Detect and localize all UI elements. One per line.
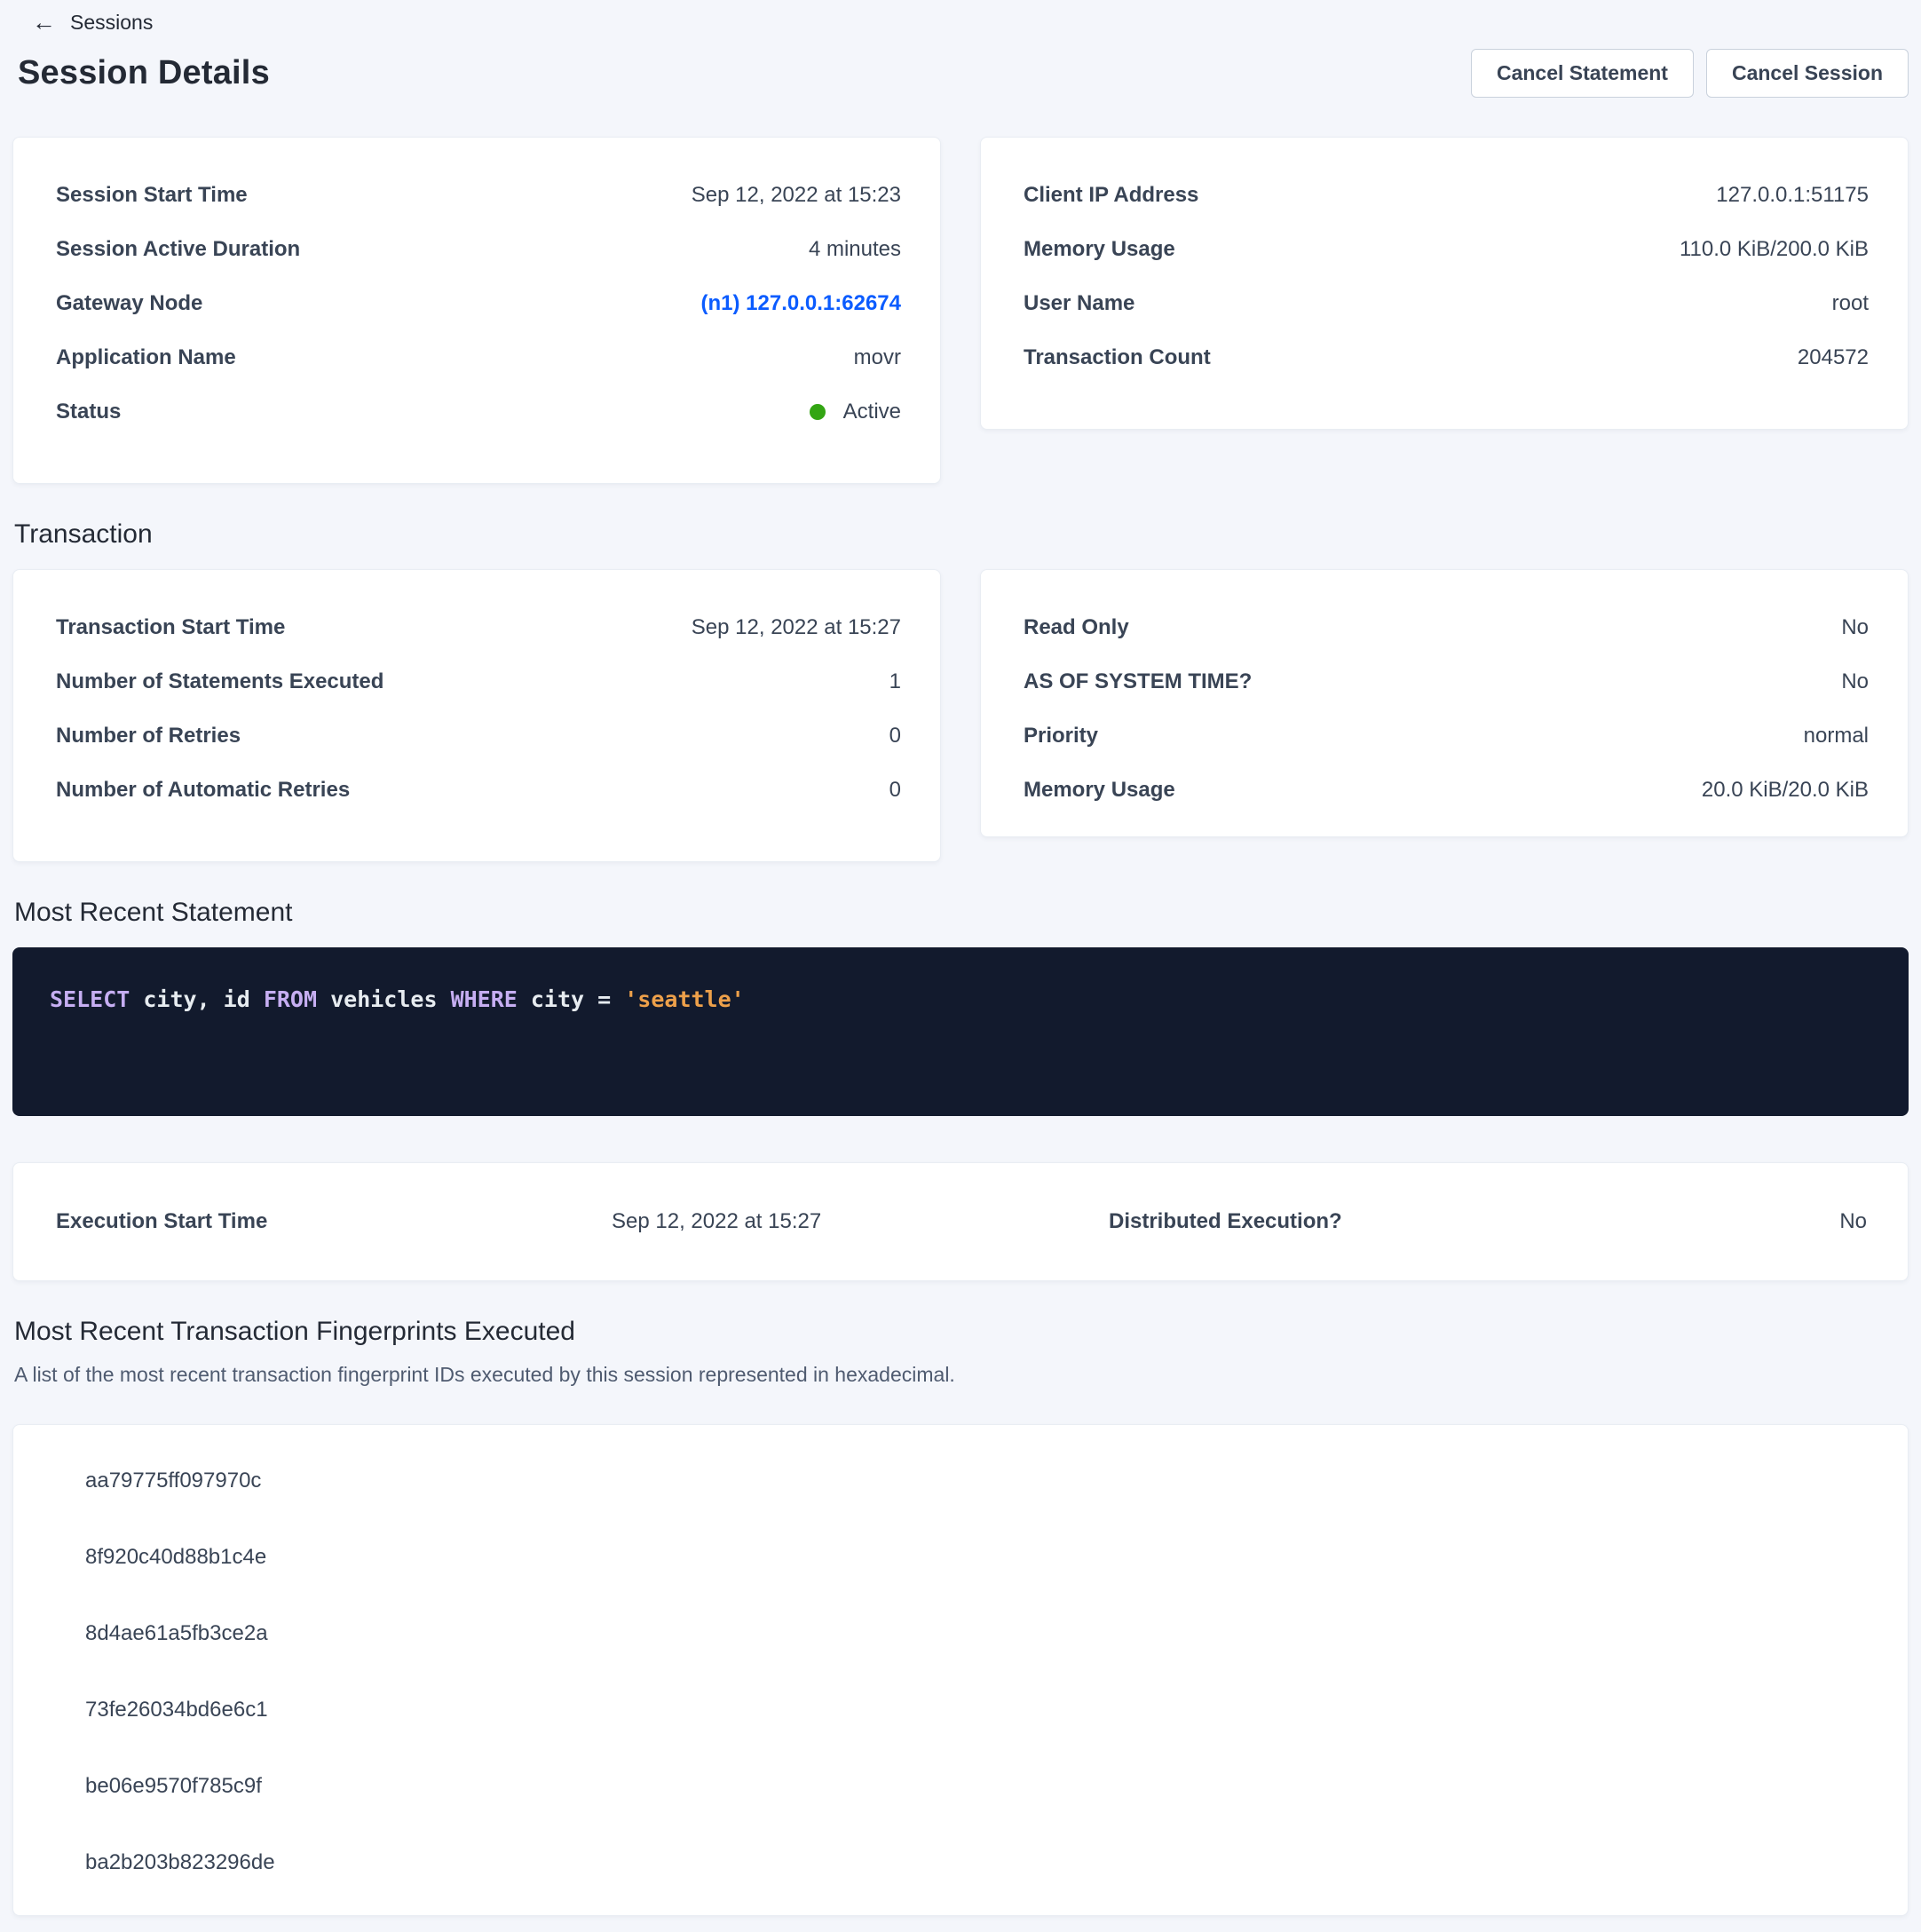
execution-info-card: Execution Start Time Sep 12, 2022 at 15:… — [12, 1162, 1909, 1281]
fingerprint-item: be06e9570f785c9f — [13, 1748, 1908, 1825]
user-name-label: User Name — [1024, 291, 1134, 316]
transaction-start-time-value: Sep 12, 2022 at 15:27 — [692, 615, 901, 640]
application-name-row: Application Name movr — [56, 330, 901, 384]
fingerprint-item: 73fe26034bd6e6c1 — [13, 1672, 1908, 1748]
read-only-label: Read Only — [1024, 615, 1129, 640]
fingerprint-value: 8d4ae61a5fb3ce2a — [85, 1621, 268, 1646]
fingerprints-section-title: Most Recent Transaction Fingerprints Exe… — [14, 1317, 1909, 1347]
execution-start-time-label: Execution Start Time — [56, 1209, 612, 1234]
automatic-retries-label: Number of Automatic Retries — [56, 778, 350, 803]
read-only-value: No — [1841, 615, 1869, 640]
sql-token-keyword: WHERE — [451, 986, 518, 1012]
transaction-count-label: Transaction Count — [1024, 345, 1211, 370]
statements-executed-label: Number of Statements Executed — [56, 669, 383, 694]
automatic-retries-row: Number of Automatic Retries 0 — [56, 763, 901, 817]
fingerprint-item: 8d4ae61a5fb3ce2a — [13, 1595, 1908, 1672]
user-name-row: User Name root — [1024, 276, 1869, 330]
sql-token-keyword: FROM — [264, 986, 317, 1012]
session-summary-grid: Session Start Time Sep 12, 2022 at 15:23… — [12, 137, 1909, 484]
sql-token-string: 'seattle' — [624, 986, 744, 1012]
session-info-card: Session Start Time Sep 12, 2022 at 15:23… — [12, 137, 941, 484]
statements-executed-value: 1 — [889, 669, 901, 694]
sql-token-plain: city = — [518, 986, 624, 1012]
session-active-duration-row: Session Active Duration 4 minutes — [56, 222, 901, 276]
priority-label: Priority — [1024, 724, 1098, 748]
transaction-grid: Transaction Start Time Sep 12, 2022 at 1… — [12, 569, 1909, 862]
header-actions: Cancel Statement Cancel Session — [1471, 49, 1909, 98]
session-memory-usage-row: Memory Usage 110.0 KiB/200.0 KiB — [1024, 222, 1869, 276]
transaction-memory-usage-row: Memory Usage 20.0 KiB/20.0 KiB — [1024, 763, 1869, 817]
sql-token-plain: city, id — [130, 986, 264, 1012]
as-of-system-time-label: AS OF SYSTEM TIME? — [1024, 669, 1252, 694]
automatic-retries-value: 0 — [889, 778, 901, 803]
sql-statement-block: SELECT city, id FROM vehicles WHERE city… — [12, 947, 1909, 1116]
application-name-value: movr — [854, 345, 901, 370]
as-of-system-time-value: No — [1841, 669, 1869, 694]
cancel-session-button[interactable]: Cancel Session — [1706, 49, 1909, 98]
back-arrow-icon: ← — [32, 11, 56, 35]
session-memory-usage-label: Memory Usage — [1024, 237, 1175, 262]
breadcrumb[interactable]: ← Sessions — [32, 11, 153, 35]
gateway-node-label: Gateway Node — [56, 291, 202, 316]
status-value: Active — [810, 400, 901, 424]
transaction-count-row: Transaction Count 204572 — [1024, 330, 1869, 384]
client-ip-value: 127.0.0.1:51175 — [1716, 183, 1869, 208]
fingerprint-value: ba2b203b823296de — [85, 1850, 275, 1875]
execution-start-time-value: Sep 12, 2022 at 15:27 — [612, 1209, 1109, 1234]
transaction-start-time-label: Transaction Start Time — [56, 615, 285, 640]
session-start-time-label: Session Start Time — [56, 183, 248, 208]
as-of-system-time-row: AS OF SYSTEM TIME? No — [1024, 654, 1869, 709]
status-active-dot-icon — [810, 404, 826, 420]
retries-row: Number of Retries 0 — [56, 709, 901, 763]
client-ip-label: Client IP Address — [1024, 183, 1198, 208]
fingerprint-item: 8f920c40d88b1c4e — [13, 1519, 1908, 1595]
distributed-execution-value: No — [1839, 1209, 1867, 1234]
fingerprints-description: A list of the most recent transaction fi… — [14, 1363, 1909, 1387]
fingerprints-card: aa79775ff097970c 8f920c40d88b1c4e 8d4ae6… — [12, 1424, 1909, 1916]
session-details-page: ← Sessions Session Details Cancel Statem… — [0, 0, 1921, 1916]
statements-executed-row: Number of Statements Executed 1 — [56, 654, 901, 709]
breadcrumb-label: Sessions — [70, 11, 153, 35]
session-start-time-value: Sep 12, 2022 at 15:23 — [692, 183, 901, 208]
transaction-props-card: Read Only No AS OF SYSTEM TIME? No Prior… — [980, 569, 1909, 837]
gateway-node-row: Gateway Node (n1) 127.0.0.1:62674 — [56, 276, 901, 330]
fingerprint-value: be06e9570f785c9f — [85, 1774, 262, 1799]
status-text: Active — [843, 400, 901, 424]
fingerprint-value: 8f920c40d88b1c4e — [85, 1545, 266, 1570]
fingerprint-item: ba2b203b823296de — [13, 1825, 1908, 1901]
transaction-count-value: 204572 — [1798, 345, 1869, 370]
fingerprint-item: aa79775ff097970c — [13, 1443, 1908, 1519]
transaction-start-time-row: Transaction Start Time Sep 12, 2022 at 1… — [56, 600, 901, 654]
session-active-duration-label: Session Active Duration — [56, 237, 300, 262]
transaction-memory-usage-label: Memory Usage — [1024, 778, 1175, 803]
distributed-execution-label: Distributed Execution? — [1109, 1209, 1839, 1234]
read-only-row: Read Only No — [1024, 600, 1869, 654]
user-name-value: root — [1832, 291, 1869, 316]
session-start-time-row: Session Start Time Sep 12, 2022 at 15:23 — [56, 168, 901, 222]
gateway-node-link[interactable]: (n1) 127.0.0.1:62674 — [701, 291, 901, 316]
fingerprint-value: 73fe26034bd6e6c1 — [85, 1698, 268, 1722]
transaction-memory-usage-value: 20.0 KiB/20.0 KiB — [1702, 778, 1869, 803]
retries-value: 0 — [889, 724, 901, 748]
client-info-card: Client IP Address 127.0.0.1:51175 Memory… — [980, 137, 1909, 430]
sql-statement-code: SELECT city, id FROM vehicles WHERE city… — [50, 986, 745, 1012]
page-title: Session Details — [18, 54, 270, 92]
priority-row: Priority normal — [1024, 709, 1869, 763]
client-ip-row: Client IP Address 127.0.0.1:51175 — [1024, 168, 1869, 222]
cancel-statement-button[interactable]: Cancel Statement — [1471, 49, 1694, 98]
sql-token-keyword: SELECT — [50, 986, 130, 1012]
status-row: Status Active — [56, 384, 901, 439]
sql-token-plain: vehicles — [317, 986, 451, 1012]
fingerprint-value: aa79775ff097970c — [85, 1469, 261, 1493]
page-header: Session Details Cancel Statement Cancel … — [18, 49, 1909, 98]
session-active-duration-value: 4 minutes — [809, 237, 901, 262]
transaction-section-title: Transaction — [14, 519, 1909, 550]
priority-value: normal — [1804, 724, 1869, 748]
retries-label: Number of Retries — [56, 724, 241, 748]
status-label: Status — [56, 400, 121, 424]
transaction-info-card: Transaction Start Time Sep 12, 2022 at 1… — [12, 569, 941, 862]
application-name-label: Application Name — [56, 345, 236, 370]
session-memory-usage-value: 110.0 KiB/200.0 KiB — [1680, 237, 1869, 262]
statement-section-title: Most Recent Statement — [14, 898, 1909, 928]
